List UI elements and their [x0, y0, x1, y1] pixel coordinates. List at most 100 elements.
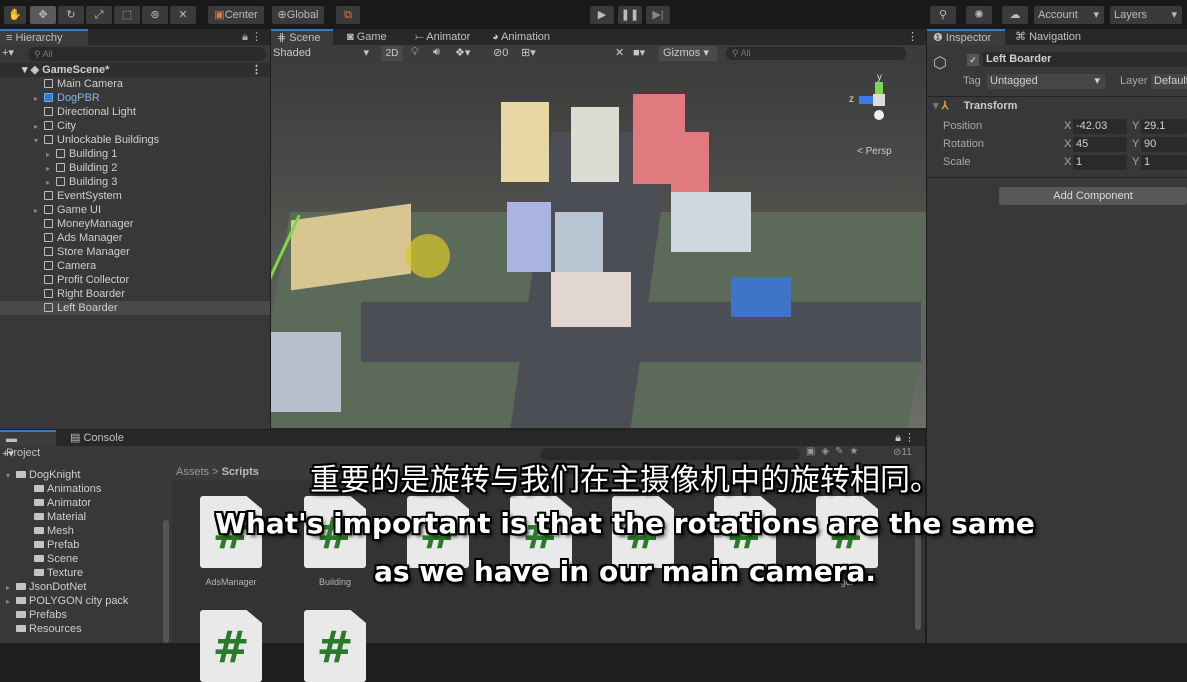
- folder-item[interactable]: Prefab: [0, 538, 165, 552]
- hierarchy-item[interactable]: ▾ Unlockable Buildings: [0, 133, 270, 147]
- hierarchy-item[interactable]: ▸ Building 1: [0, 147, 270, 161]
- tab-hierarchy[interactable]: ≡ Hierarchy: [0, 29, 88, 45]
- tab-scene[interactable]: ⋕ Scene: [271, 29, 333, 45]
- scale-x-field[interactable]: 1: [1073, 155, 1127, 170]
- script-asset[interactable]: #: [304, 610, 366, 682]
- transform-icon[interactable]: ⊛: [142, 6, 168, 24]
- expand-arrow-icon[interactable]: ▸: [46, 148, 56, 162]
- transform-header[interactable]: ▾ ⅄ Transform: [933, 99, 1017, 114]
- expand-arrow-icon[interactable]: ▸: [34, 92, 44, 106]
- rect-icon[interactable]: ⬚: [114, 6, 140, 24]
- account-label: Account: [1038, 9, 1078, 21]
- shading-label: Shaded: [273, 47, 311, 59]
- hierarchy-item[interactable]: Ads Manager: [0, 231, 270, 245]
- shading-dropdown[interactable]: Shaded ▾: [273, 46, 373, 61]
- hierarchy-item[interactable]: ▸ Building 2: [0, 161, 270, 175]
- audio-icon[interactable]: 🔊︎: [433, 46, 440, 59]
- layers-dropdown[interactable]: Layers ▾: [1110, 6, 1182, 24]
- add-icon[interactable]: +▾: [2, 46, 14, 59]
- layer-dropdown[interactable]: Default: [1151, 74, 1187, 89]
- lock-menu-icon[interactable]: 🔒︎ ⋮: [895, 431, 915, 445]
- hierarchy-item[interactable]: ▸ Game UI: [0, 203, 270, 217]
- position-y-field[interactable]: 29.1: [1141, 119, 1187, 134]
- effects-icon[interactable]: ❖▾: [455, 46, 470, 59]
- custom-tool-icon[interactable]: ✕: [170, 6, 196, 24]
- step-button[interactable]: ▶|: [646, 6, 670, 24]
- object-name-field[interactable]: Left Boarder: [983, 52, 1187, 67]
- lock-menu-icon[interactable]: 🔒︎ ⋮: [242, 30, 262, 44]
- services-icon[interactable]: ✺: [966, 6, 992, 24]
- more-icon[interactable]: ⋮: [251, 63, 262, 77]
- expand-arrow-icon[interactable]: ▸: [34, 204, 44, 218]
- light-icon[interactable]: 💡︎: [411, 46, 419, 59]
- tab-console[interactable]: ▤ Console: [64, 430, 130, 446]
- item-label: Store Manager: [57, 246, 130, 258]
- gizmos-label: Gizmos: [663, 47, 701, 59]
- expand-arrow-icon[interactable]: ▾: [34, 134, 44, 148]
- more-icon[interactable]: ⋮: [907, 30, 918, 43]
- tab-navigation[interactable]: ⌘ Navigation: [1009, 29, 1087, 45]
- pivot-label: Center: [224, 9, 258, 21]
- hierarchy-item[interactable]: Main Camera: [0, 77, 270, 91]
- expand-arrow-icon[interactable]: ▸: [6, 595, 16, 609]
- tab-animation[interactable]: ◕ Animation: [486, 29, 556, 45]
- hierarchy-item[interactable]: Left Boarder: [0, 301, 270, 315]
- pivot-center-button[interactable]: ▣Center: [208, 6, 264, 24]
- tag-dropdown[interactable]: Untagged ▾: [987, 74, 1105, 89]
- scene-root[interactable]: ▾ ◈ GameScene* ⋮: [0, 63, 270, 77]
- global-button[interactable]: ⊕Global: [272, 6, 324, 24]
- scene-search-input[interactable]: ⚲ All: [726, 47, 906, 60]
- tools-icon[interactable]: ✕: [615, 46, 624, 59]
- 2d-toggle[interactable]: 2D: [381, 46, 403, 61]
- hierarchy-item[interactable]: MoneyManager: [0, 217, 270, 231]
- folder-item[interactable]: ▸ POLYGON city pack: [0, 594, 165, 608]
- rotation-y-field[interactable]: 90: [1141, 137, 1187, 152]
- hierarchy-item[interactable]: Store Manager: [0, 245, 270, 259]
- cloud-icon[interactable]: ☁: [1002, 6, 1028, 24]
- camera-icon[interactable]: ■▾: [633, 46, 645, 59]
- hierarchy-item[interactable]: ▸ City: [0, 119, 270, 133]
- perspective-label[interactable]: < Persp: [857, 146, 892, 157]
- hierarchy-item[interactable]: ▸ Building 3: [0, 175, 270, 189]
- script-asset[interactable]: #: [200, 610, 262, 682]
- layer-label: Layer: [1120, 75, 1148, 87]
- grid-icon[interactable]: ⊞▾: [521, 46, 536, 59]
- tab-inspector[interactable]: ❶ Inspector: [927, 29, 1005, 45]
- rotate-icon[interactable]: ↻: [58, 6, 84, 24]
- gizmos-dropdown[interactable]: Gizmos ▾: [659, 46, 717, 61]
- hidden-objects-toggle[interactable]: ⊘0: [493, 46, 508, 59]
- search-icon[interactable]: ⚲: [930, 6, 956, 24]
- tab-game[interactable]: ◙ Game: [341, 29, 393, 45]
- scale-y-field[interactable]: 1: [1141, 155, 1187, 170]
- scale-icon[interactable]: ⤢: [86, 6, 112, 24]
- orientation-gizmo[interactable]: y z: [847, 72, 907, 132]
- expand-arrow-icon[interactable]: ▸: [46, 162, 56, 176]
- account-dropdown[interactable]: Account ▾: [1034, 6, 1104, 24]
- x-axis-label: X: [1064, 120, 1072, 132]
- item-label: Main Camera: [57, 78, 124, 90]
- expand-arrow-icon[interactable]: ▸: [46, 176, 56, 190]
- add-component-button[interactable]: Add Component: [999, 187, 1187, 205]
- gameobject-icon: [44, 303, 53, 312]
- snap-icon[interactable]: ⧉: [336, 6, 360, 24]
- hand-icon[interactable]: ✋: [4, 6, 26, 24]
- tab-animator[interactable]: ⤚ Animator: [409, 29, 476, 45]
- rotation-x-field[interactable]: 45: [1073, 137, 1127, 152]
- hierarchy-item[interactable]: Right Boarder: [0, 287, 270, 301]
- position-x-field[interactable]: -42.03: [1073, 119, 1127, 134]
- folder-item[interactable]: Prefabs: [0, 608, 165, 622]
- hierarchy-item[interactable]: Directional Light: [0, 105, 270, 119]
- active-checkbox[interactable]: ✓: [967, 54, 979, 66]
- move-icon[interactable]: ✥: [30, 6, 56, 24]
- hierarchy-item[interactable]: EventSystem: [0, 189, 270, 203]
- hierarchy-item[interactable]: ▸ DogPBR: [0, 91, 270, 105]
- hierarchy-item[interactable]: Profit Collector: [0, 273, 270, 287]
- hierarchy-item[interactable]: Camera: [0, 259, 270, 273]
- folder-item[interactable]: Resources: [0, 622, 165, 636]
- pause-button[interactable]: ❚❚: [618, 6, 642, 24]
- play-button[interactable]: ▶: [590, 6, 614, 24]
- scene-viewport[interactable]: y z < Persp: [271, 62, 926, 428]
- expand-arrow-icon[interactable]: ▸: [34, 120, 44, 134]
- hierarchy-search-input[interactable]: ⚲ All: [28, 47, 266, 61]
- tab-project[interactable]: ▬ Project: [0, 430, 56, 459]
